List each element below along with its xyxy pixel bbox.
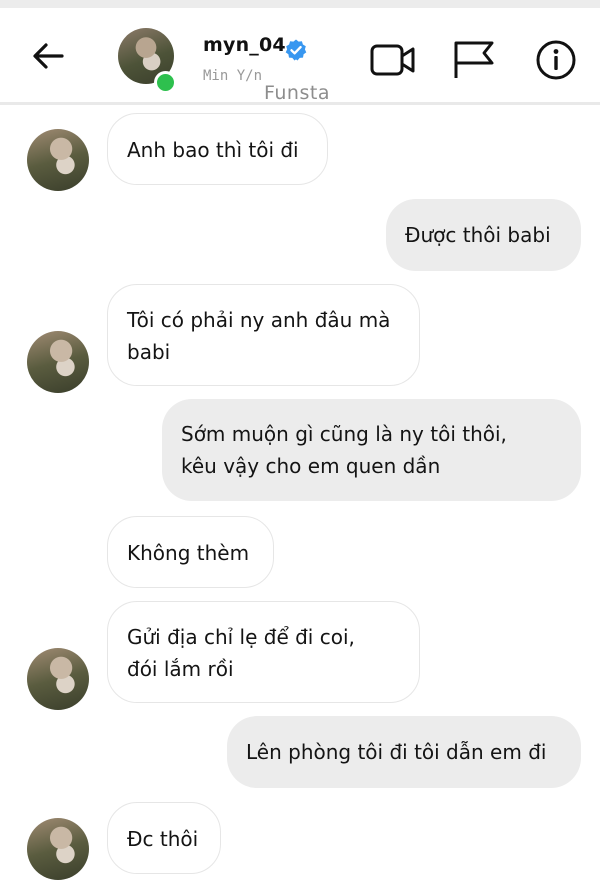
subtitle-name: Min Y/n: [203, 68, 263, 84]
message-bubble-received[interactable]: Đc thôi: [107, 802, 221, 874]
info-icon[interactable]: [534, 40, 580, 80]
message-bubble-received[interactable]: Anh bao thì tôi đi: [107, 113, 328, 185]
verified-badge-icon: [285, 39, 307, 61]
video-call-icon[interactable]: [370, 40, 416, 80]
message-bubble-received[interactable]: Không thèm: [107, 516, 274, 588]
avatar[interactable]: [27, 818, 89, 880]
watermark: Funsta: [264, 82, 330, 104]
chat-header: myn_04 Min Y/n Funsta: [0, 8, 600, 105]
avatar[interactable]: [27, 331, 89, 393]
message-bubble-received[interactable]: Gửi địa chỉ lẹ để đi coi, đói lắm rồi: [107, 601, 420, 703]
status-strip: [0, 0, 600, 8]
online-status-dot: [154, 71, 177, 94]
avatar[interactable]: [27, 648, 89, 710]
message-bubble-sent[interactable]: Được thôi babi: [386, 199, 581, 271]
message-bubble-received[interactable]: Tôi có phải ny anh đâu mà babi: [107, 284, 420, 386]
message-bubble-sent[interactable]: Lên phòng tôi đi tôi dẫn em đi: [227, 716, 581, 788]
message-bubble-sent[interactable]: Sớm muộn gì cũng là ny tôi thôi, kêu vậy…: [162, 399, 581, 501]
flag-icon[interactable]: [452, 40, 498, 80]
username[interactable]: myn_04: [203, 34, 286, 56]
avatar[interactable]: [27, 129, 89, 191]
arrow-left-icon[interactable]: [28, 36, 68, 76]
